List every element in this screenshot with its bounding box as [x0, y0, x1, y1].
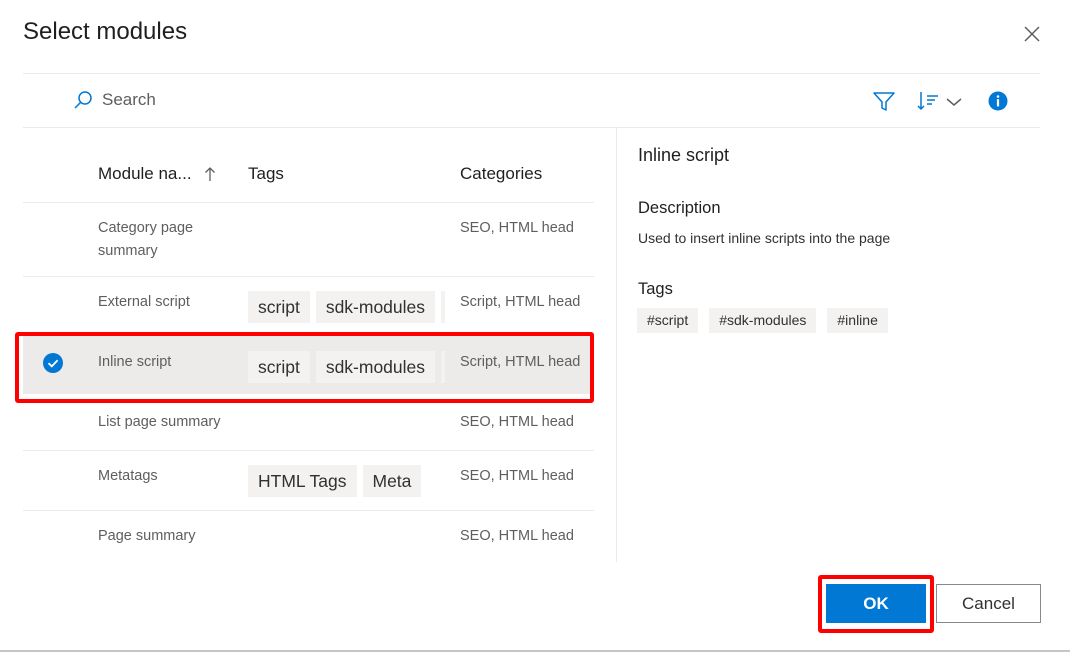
- detail-tag: #sdk-modules: [709, 308, 817, 333]
- page-title: Select modules: [23, 18, 188, 45]
- module-categories: SEO, HTML head: [460, 468, 574, 484]
- module-name: List page summary: [98, 414, 221, 430]
- module-categories: SEO, HTML head: [460, 528, 574, 544]
- toolbar-divider: [23, 127, 1040, 128]
- ok-button[interactable]: OK: [826, 584, 926, 623]
- close-icon: [1024, 26, 1040, 42]
- tag-chip: sdk-modules: [315, 291, 436, 323]
- tag-chip-overflow: [441, 291, 446, 323]
- module-tags: HTML Tags Meta: [248, 465, 422, 497]
- panel-divider: [616, 128, 617, 562]
- module-name: Page summary: [98, 528, 196, 544]
- tag-chip: script: [248, 291, 310, 323]
- detail-tag: #inline: [827, 308, 888, 333]
- tag-chip: script: [248, 351, 310, 383]
- module-tags: script sdk-modules: [248, 291, 446, 323]
- table-row[interactable]: Metatags HTML Tags Meta SEO, HTML head: [23, 451, 594, 511]
- table-row[interactable]: External script script sdk-modules Scrip…: [23, 277, 594, 334]
- detail-tags-heading: Tags: [638, 280, 673, 298]
- checkmark-circle-icon[interactable]: [43, 353, 63, 373]
- chevron-down-icon: [946, 98, 962, 106]
- tag-chip: Meta: [362, 465, 422, 497]
- table-row[interactable]: Category page summary SEO, HTML head: [23, 203, 594, 277]
- module-name: Metatags: [98, 468, 158, 484]
- detail-tag: #script: [637, 308, 699, 333]
- module-name: Inline script: [98, 354, 172, 370]
- tag-chip: HTML Tags: [248, 465, 357, 497]
- cancel-button[interactable]: Cancel: [936, 584, 1041, 623]
- header-divider: [23, 73, 1040, 74]
- detail-description-heading: Description: [638, 199, 721, 217]
- table-row[interactable]: List page summary SEO, HTML head: [23, 394, 594, 451]
- detail-description: Used to insert inline scripts into the p…: [638, 230, 891, 246]
- module-tags: script sdk-modules: [248, 351, 446, 383]
- sort-button[interactable]: [916, 88, 965, 114]
- column-header-categories[interactable]: Categories: [460, 164, 542, 184]
- info-button[interactable]: [987, 88, 1009, 114]
- filter-icon: [873, 92, 895, 111]
- module-categories: Script, HTML head: [460, 354, 581, 370]
- module-categories: Script, HTML head: [460, 294, 581, 310]
- close-button[interactable]: [1020, 22, 1044, 46]
- table-row[interactable]: Page summary SEO, HTML head: [23, 511, 594, 562]
- tag-chip-overflow: [441, 351, 446, 383]
- table-row-selected[interactable]: Inline script script sdk-modules Script,…: [23, 334, 594, 394]
- tag-chip: sdk-modules: [315, 351, 436, 383]
- module-name: Category page summary: [98, 220, 194, 259]
- detail-title: Inline script: [638, 145, 730, 165]
- module-categories: SEO, HTML head: [460, 220, 574, 236]
- search-box[interactable]: Search: [72, 89, 156, 111]
- detail-tags: #script #sdk-modules #inline: [637, 308, 888, 333]
- column-header-tags[interactable]: Tags: [248, 164, 284, 184]
- sort-ascending-icon: [204, 167, 215, 181]
- column-header-module-name[interactable]: Module na...: [98, 164, 216, 184]
- search-icon: [74, 91, 92, 109]
- module-name: External script: [98, 294, 190, 310]
- filter-button[interactable]: [872, 88, 896, 114]
- sort-icon: [917, 92, 938, 111]
- module-categories: SEO, HTML head: [460, 414, 574, 430]
- search-input[interactable]: Search: [102, 90, 156, 110]
- column-header-label: Module na...: [98, 164, 192, 183]
- info-icon: [988, 91, 1008, 111]
